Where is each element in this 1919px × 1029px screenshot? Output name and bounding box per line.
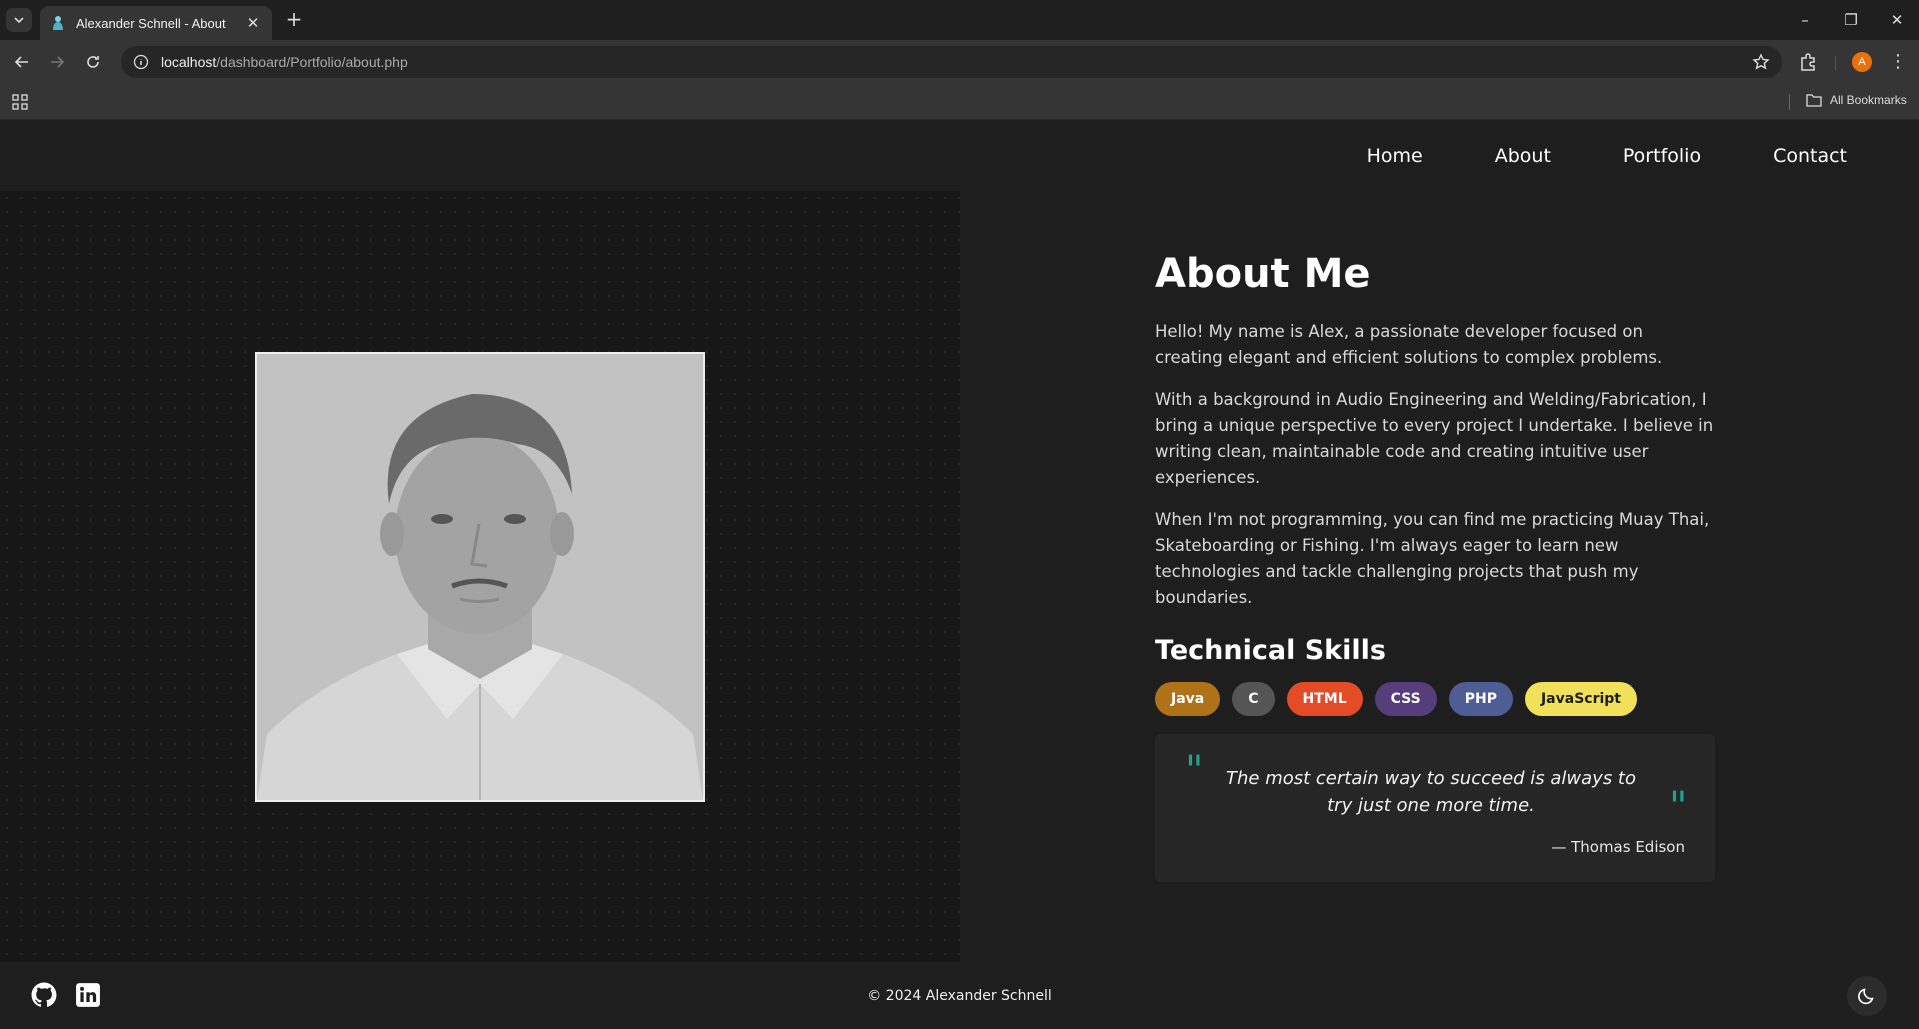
new-tab-button[interactable]: +	[282, 8, 306, 32]
site-info-icon[interactable]	[133, 54, 149, 70]
bookmark-star-icon[interactable]	[1752, 53, 1770, 71]
skill-badge: CSS	[1374, 682, 1437, 716]
browser-tab-bar: Alexander Schnell - About ✕ + – ❐ ✕	[0, 0, 1919, 40]
photo-panel	[0, 191, 960, 962]
forward-button[interactable]	[45, 50, 69, 74]
copyright-text: © 2024 Alexander Schnell	[867, 988, 1052, 1004]
all-bookmarks-label: All Bookmarks	[1830, 93, 1907, 107]
skill-badge: PHP	[1448, 682, 1513, 716]
chevron-down-icon	[14, 17, 24, 23]
close-window-button[interactable]: ✕	[1882, 8, 1912, 32]
bookmarks-separator	[1789, 94, 1790, 110]
apps-grid-icon[interactable]	[12, 94, 28, 110]
nav-portfolio-link[interactable]: Portfolio	[1623, 145, 1701, 167]
arrow-right-icon	[51, 56, 65, 68]
profile-avatar[interactable]: A	[1852, 52, 1872, 72]
tab-close-icon[interactable]: ✕	[244, 14, 262, 32]
browser-menu-button[interactable]: ⋮	[1888, 50, 1908, 74]
about-title: About Me	[1155, 251, 1371, 297]
portrait-illustration	[257, 354, 703, 800]
nav-about-link[interactable]: About	[1495, 145, 1551, 167]
about-paragraph: When I'm not programming, you can find m…	[1155, 510, 1710, 607]
skill-badge: HTML	[1286, 682, 1363, 716]
quote-card: " The most certain way to succeed is alw…	[1155, 734, 1715, 882]
site-header: Home About Portfolio Contact	[0, 121, 1919, 191]
toolbar-separator	[1835, 56, 1836, 70]
browser-tab-active[interactable]: Alexander Schnell - About ✕	[40, 6, 272, 40]
back-button[interactable]	[10, 50, 34, 74]
extensions-icon[interactable]	[1797, 50, 1821, 74]
site-favicon-icon	[53, 16, 63, 30]
reload-icon	[87, 56, 99, 68]
folder-icon	[1806, 94, 1822, 107]
moon-icon	[1858, 988, 1874, 1005]
skill-badge: C	[1232, 682, 1275, 716]
close-quote-icon: "	[1669, 784, 1688, 830]
all-bookmarks-button[interactable]: All Bookmarks	[1806, 93, 1907, 107]
url-text: localhost/dashboard/Portfolio/about.php	[161, 54, 408, 70]
browser-toolbar: localhost/dashboard/Portfolio/about.php …	[0, 40, 1919, 84]
about-panel: About Me Hello! My name is Alex, a passi…	[960, 191, 1919, 962]
skills-title: Technical Skills	[1155, 635, 1386, 666]
skill-badge: Java	[1155, 682, 1221, 716]
skill-badge: JavaScript	[1524, 682, 1637, 716]
arrow-left-icon	[14, 56, 28, 68]
profile-photo	[255, 352, 705, 802]
open-quote-icon: "	[1185, 748, 1204, 794]
quote-author: — Thomas Edison	[1551, 838, 1685, 856]
about-paragraph: With a background in Audio Engineering a…	[1155, 390, 1714, 487]
nav-home-link[interactable]: Home	[1367, 145, 1423, 167]
site-footer: © 2024 Alexander Schnell	[0, 962, 1919, 1029]
main-nav: Home About Portfolio Contact	[1367, 121, 1847, 191]
about-content: About Me Hello! My name is Alex, a passi…	[1155, 251, 1715, 716]
tab-title: Alexander Schnell - About	[76, 15, 226, 31]
bookmarks-bar: All Bookmarks	[0, 84, 1919, 120]
tab-search-button[interactable]	[6, 8, 32, 32]
restore-button[interactable]: ❐	[1836, 8, 1866, 32]
quote-text: The most certain way to succeed is alway…	[1226, 768, 1636, 816]
minimize-button[interactable]: –	[1790, 8, 1820, 32]
reload-button[interactable]	[81, 50, 105, 74]
about-paragraph: Hello! My name is Alex, a passionate dev…	[1155, 322, 1663, 367]
address-bar[interactable]: localhost/dashboard/Portfolio/about.php	[121, 46, 1782, 78]
theme-toggle-button[interactable]	[1847, 976, 1887, 1016]
nav-contact-link[interactable]: Contact	[1773, 145, 1847, 167]
skills-list: Java C HTML CSS PHP JavaScript	[1155, 682, 1715, 716]
